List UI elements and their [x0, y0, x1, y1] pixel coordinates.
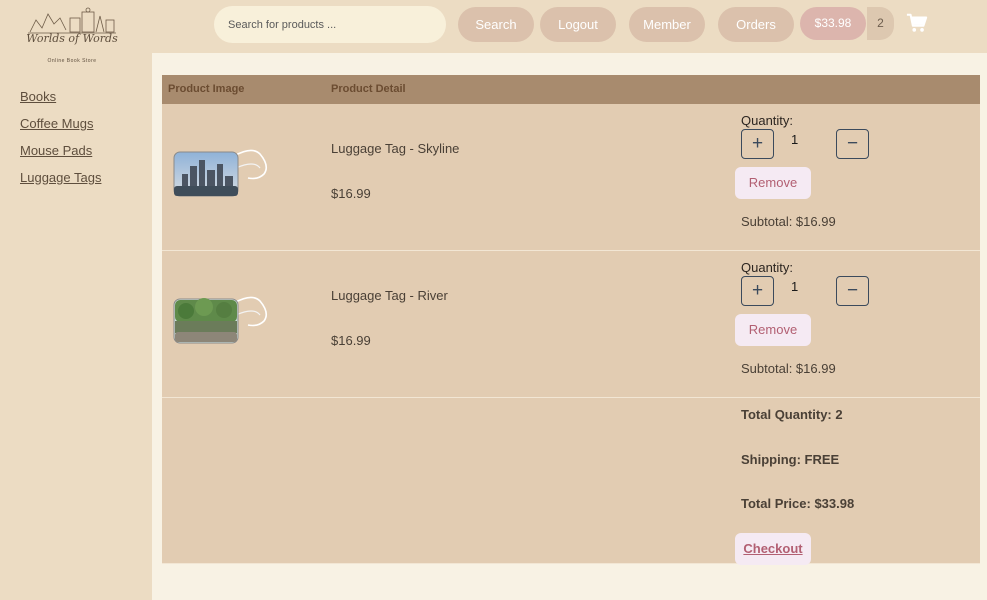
- item-subtotal: Subtotal: $16.99: [741, 361, 836, 376]
- quantity-label: Quantity:: [741, 260, 794, 275]
- product-image-skyline: [173, 149, 268, 197]
- decrease-quantity-button[interactable]: −: [836, 129, 869, 159]
- column-header-image: Product Image: [168, 83, 245, 95]
- table-row: Luggage Tag - River $16.99 Quantity: + 1…: [162, 251, 980, 398]
- sidebar: Worlds of Words Online Book Store Books …: [0, 0, 152, 600]
- logout-button[interactable]: Logout: [540, 7, 616, 42]
- quantity-label: Quantity:: [741, 113, 794, 128]
- cart-table: Product Image Product Detail Luggage Tag…: [162, 75, 980, 565]
- search-input[interactable]: [214, 6, 446, 43]
- category-nav: Books Coffee Mugs Mouse Pads Luggage Tag…: [20, 88, 101, 196]
- remove-button[interactable]: Remove: [735, 167, 811, 199]
- product-price: $16.99: [331, 333, 371, 348]
- quantity-value: 1: [791, 279, 799, 294]
- member-button[interactable]: Member: [629, 7, 705, 42]
- orders-button[interactable]: Orders: [718, 7, 794, 42]
- cart-totals: Total Quantity: 2 Shipping: FREE Total P…: [162, 398, 980, 565]
- sidebar-item-coffee-mugs: Coffee Mugs: [20, 115, 101, 142]
- sidebar-item-mouse-pads: Mouse Pads: [20, 142, 101, 169]
- total-price: Total Price: $33.98: [741, 496, 855, 511]
- cart-total-badge[interactable]: $33.98: [800, 7, 866, 40]
- sidebar-link-books[interactable]: Books: [20, 89, 56, 104]
- logo-subtitle: Online Book Store: [47, 58, 97, 64]
- sidebar-link-mouse-pads[interactable]: Mouse Pads: [20, 143, 92, 158]
- cart-count-badge[interactable]: 2: [867, 7, 894, 40]
- product-name: Luggage Tag - River: [331, 288, 448, 303]
- checkout-button[interactable]: Checkout: [735, 533, 811, 565]
- sidebar-item-luggage-tags: Luggage Tags: [20, 169, 101, 196]
- sidebar-item-books: Books: [20, 88, 101, 115]
- product-image-river: [173, 296, 268, 344]
- sidebar-link-coffee-mugs[interactable]: Coffee Mugs: [20, 116, 93, 131]
- table-header: Product Image Product Detail: [162, 75, 980, 104]
- item-subtotal: Subtotal: $16.99: [741, 214, 836, 229]
- column-header-detail: Product Detail: [331, 83, 406, 95]
- quantity-value: 1: [791, 132, 799, 147]
- product-name: Luggage Tag - Skyline: [331, 141, 460, 156]
- search-button[interactable]: Search: [458, 7, 534, 42]
- decrease-quantity-button[interactable]: −: [836, 276, 869, 306]
- sidebar-link-luggage-tags[interactable]: Luggage Tags: [20, 170, 101, 185]
- shipping-info: Shipping: FREE: [741, 452, 840, 467]
- total-quantity: Total Quantity: 2: [741, 407, 843, 422]
- shopping-cart-icon[interactable]: [906, 12, 928, 34]
- store-logo[interactable]: Worlds of Words Online Book Store: [26, 6, 118, 66]
- remove-button[interactable]: Remove: [735, 314, 811, 346]
- top-bar: Search Logout Member Orders $33.98 2: [152, 0, 987, 53]
- product-price: $16.99: [331, 186, 371, 201]
- table-row: Luggage Tag - Skyline $16.99 Quantity: +…: [162, 104, 980, 251]
- increase-quantity-button[interactable]: +: [741, 276, 774, 306]
- increase-quantity-button[interactable]: +: [741, 129, 774, 159]
- logo-title: Worlds of Words: [26, 32, 118, 45]
